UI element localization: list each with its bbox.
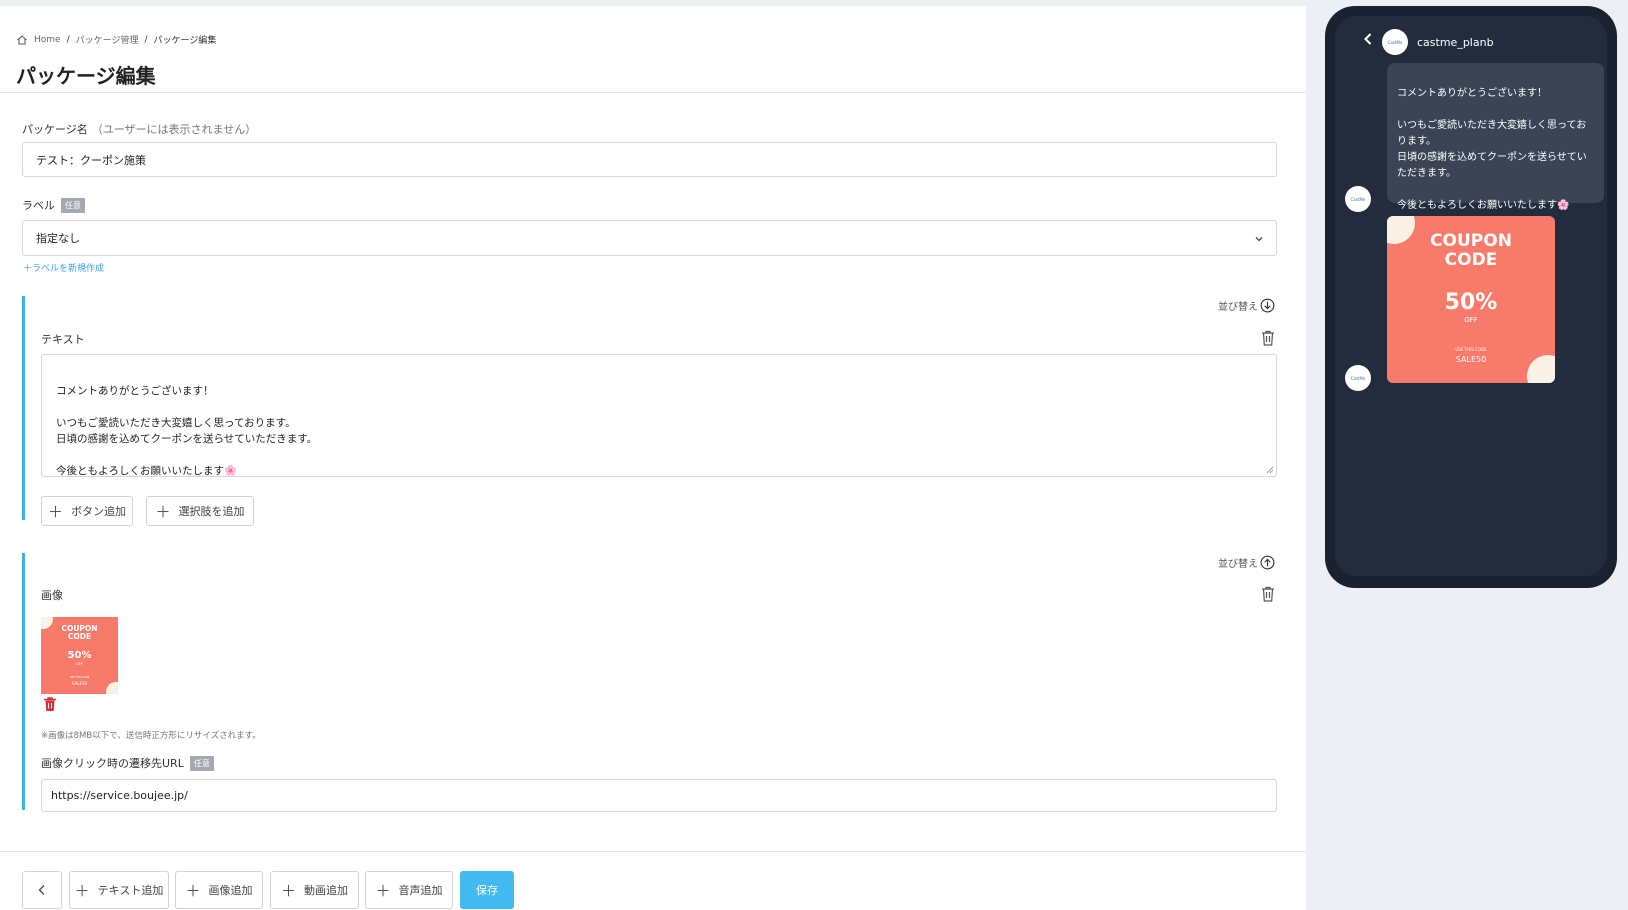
avatar: CastMe: [1382, 29, 1408, 55]
phone-preview: CastMe castme_planb コメントありがとうございます！ いつもご…: [1325, 6, 1617, 588]
trash-icon[interactable]: [1260, 585, 1276, 603]
avatar-text: CastMe: [1387, 39, 1403, 45]
save-button[interactable]: 保存: [460, 871, 514, 909]
create-label-link[interactable]: ＋ラベルを新規作成: [23, 261, 104, 274]
delete-image-icon[interactable]: [42, 696, 58, 712]
coupon-image-preview: COUPON CODE 50% OFF USE THIS CODE SALE50: [1387, 216, 1555, 383]
plus-icon: ＋: [280, 881, 296, 900]
coupon-title-line2: CODE: [1444, 250, 1498, 270]
plus-icon: ＋: [185, 881, 201, 900]
breadcrumb: Home / パッケージ管理 / パッケージ編集: [16, 33, 216, 46]
coupon-off: OFF: [1464, 316, 1478, 324]
breadcrumb-current: パッケージ編集: [153, 36, 217, 46]
account-name: castme_planb: [1417, 36, 1494, 49]
chevron-left-icon: [38, 885, 45, 895]
message-text: コメントありがとうございます！ いつもご愛読いただき大変嬉しく思っております。 …: [1397, 88, 1587, 211]
add-audio-label: 音声追加: [398, 884, 443, 897]
add-video-button[interactable]: ＋ 動画追加: [270, 871, 359, 909]
coupon-off: OFF: [76, 662, 83, 666]
image-size-note: ※画像は8MB以下で、送信時正方形にリサイズされます。: [41, 731, 261, 741]
divider: [0, 92, 1306, 93]
label-select[interactable]: 指定なし: [22, 220, 1277, 256]
arrow-down-circle-icon: [1260, 298, 1275, 313]
add-choice-button[interactable]: ＋ 選択肢を追加: [146, 496, 254, 526]
package-name-label: パッケージ名 （ユーザーには表示されません）: [22, 121, 256, 137]
breadcrumb-package-management[interactable]: パッケージ管理: [76, 33, 139, 46]
coupon-percent: 50%: [1444, 290, 1498, 315]
add-choice-label: 選択肢を追加: [178, 505, 245, 518]
text-block-title: テキスト: [41, 333, 85, 346]
add-audio-button[interactable]: ＋ 音声追加: [365, 871, 453, 909]
add-video-label: 動画追加: [304, 884, 348, 897]
plus-icon: ＋: [155, 502, 171, 521]
plus-icon: ＋: [375, 881, 391, 900]
home-icon[interactable]: [16, 34, 28, 46]
add-text-button[interactable]: ＋ テキスト追加: [69, 871, 169, 909]
text-block-indicator: [22, 296, 25, 520]
image-block-indicator: [22, 553, 25, 810]
label-select-value: 指定なし: [36, 232, 80, 245]
add-button-label: ボタン追加: [71, 505, 126, 518]
coupon-percent: 50%: [67, 650, 92, 661]
package-name-value: テスト：クーポン施策: [36, 153, 146, 167]
avatar: CastMe: [1345, 186, 1371, 212]
divider: [0, 851, 1306, 852]
sort-label: 並び替え: [1218, 302, 1258, 313]
add-text-label: テキスト追加: [97, 884, 164, 897]
plus-icon: ＋: [47, 502, 63, 521]
plus-icon: ＋: [74, 881, 90, 900]
avatar-text: CastMe: [1350, 196, 1366, 202]
sort-label: 並び替え: [1218, 559, 1258, 570]
back-arrow-icon[interactable]: [1361, 32, 1375, 46]
package-name-label-text: パッケージ名: [22, 123, 88, 136]
coupon-title-line2: CODE: [67, 632, 92, 641]
avatar: CastMe: [1345, 365, 1371, 391]
optional-badge: 任意: [61, 197, 85, 213]
breadcrumb-separator: /: [66, 34, 70, 45]
page-title: パッケージ編集: [16, 64, 156, 88]
text-message-value: コメントありがとうございます！ いつもご愛読いただき大変嬉しく思っております。 …: [56, 385, 318, 477]
image-url-value: https://service.boujee.jp/: [51, 789, 188, 802]
back-button[interactable]: [22, 871, 62, 909]
text-block-sort[interactable]: 並び替え: [1218, 298, 1275, 313]
breadcrumb-separator: /: [144, 34, 148, 45]
image-block-sort[interactable]: 並び替え: [1218, 555, 1275, 570]
image-url-label: 画像クリック時の遷移先URL 任意: [41, 755, 214, 771]
add-image-label: 画像追加: [208, 884, 253, 897]
label-field-label-text: ラベル: [22, 199, 55, 212]
breadcrumb-home[interactable]: Home: [34, 35, 61, 45]
text-message-input[interactable]: コメントありがとうございます！ いつもご愛読いただき大変嬉しく思っております。 …: [41, 354, 1277, 477]
main-panel: Home / パッケージ管理 / パッケージ編集 パッケージ編集 パッケージ名 …: [0, 6, 1306, 910]
trash-icon[interactable]: [1260, 329, 1276, 347]
coupon-code: SALE50: [71, 681, 88, 686]
coupon-code: SALE50: [1455, 355, 1487, 364]
message-bubble: コメントありがとうございます！ いつもご愛読いただき大変嬉しく思っております。 …: [1387, 63, 1604, 211]
coupon-title-line1: COUPON: [1430, 231, 1512, 251]
phone-screen: CastMe castme_planb コメントありがとうございます！ いつもご…: [1335, 16, 1607, 576]
coupon-use-code: USE THIS CODE: [1455, 347, 1487, 352]
package-name-input[interactable]: テスト：クーポン施策: [22, 142, 1277, 177]
coupon-use-code: USE THIS CODE: [69, 676, 90, 679]
avatar-text: CastMe: [1350, 375, 1366, 381]
save-label: 保存: [476, 884, 498, 897]
add-image-button[interactable]: ＋ 画像追加: [175, 871, 263, 909]
package-name-hint: （ユーザーには表示されません）: [91, 123, 257, 136]
image-url-input[interactable]: https://service.boujee.jp/: [41, 779, 1277, 812]
label-field-label: ラベル 任意: [22, 197, 85, 213]
add-button-button[interactable]: ＋ ボタン追加: [41, 496, 133, 526]
chevron-down-icon: [1255, 237, 1263, 242]
resize-handle-icon[interactable]: [1266, 466, 1274, 474]
coupon-image-thumbnail: COUPON CODE 50% OFF USE THIS CODE SALE50: [41, 617, 118, 694]
arrow-up-circle-icon: [1260, 555, 1275, 570]
image-url-label-text: 画像クリック時の遷移先URL: [41, 757, 184, 770]
optional-badge: 任意: [189, 755, 214, 771]
image-block-title: 画像: [41, 589, 63, 602]
